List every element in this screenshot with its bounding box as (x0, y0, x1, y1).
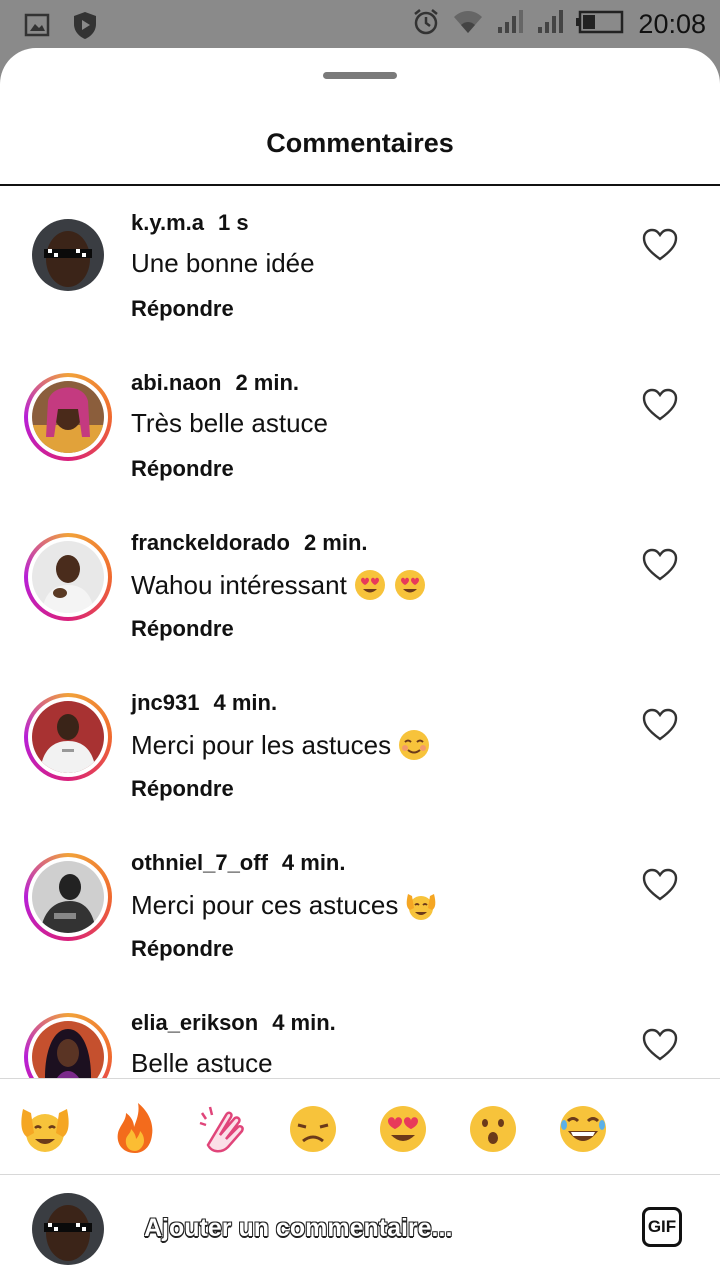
comment-item: franckeldorado 2 min. Wahou intéressant R… (0, 508, 720, 668)
comment-time: 1 s (217, 210, 249, 235)
sad-emoji[interactable] (286, 1101, 340, 1155)
comment-text-content: Merci pour ces astuces (131, 889, 399, 920)
comment-text-content: Wahou intéressant (131, 569, 347, 600)
comment-input[interactable] (142, 1207, 606, 1249)
fire-emoji[interactable] (108, 1101, 162, 1155)
raising-hands-emoji[interactable] (18, 1101, 72, 1155)
avatar[interactable] (24, 853, 112, 941)
comment-header: elia_erikson 4 min. (131, 1010, 336, 1036)
reply-button[interactable]: Répondre (131, 456, 234, 482)
reply-button[interactable]: Répondre (131, 936, 234, 962)
comment-item: elia_erikson 4 min. Belle astuce (0, 988, 720, 1078)
comment-time: 2 min. (235, 370, 300, 395)
avatar (32, 1193, 104, 1265)
comments-sheet: Commentaires k.y.m.a 1 s Une bonne idée R… (0, 48, 720, 1280)
avatar[interactable] (24, 373, 112, 461)
reply-button[interactable]: Répondre (131, 296, 234, 322)
comment-username[interactable]: elia_erikson (131, 1010, 258, 1035)
comment-time: 2 min. (303, 530, 368, 555)
comment-text-content: Une bonne idée (131, 248, 315, 278)
like-heart-icon[interactable] (642, 388, 678, 422)
like-heart-icon[interactable] (642, 708, 678, 742)
comment-text: Très belle astuce (131, 408, 328, 439)
gif-button[interactable]: GIF (642, 1207, 682, 1247)
like-heart-icon[interactable] (642, 548, 678, 582)
battery-icon (576, 9, 626, 40)
comment-text: Belle astuce (131, 1048, 273, 1078)
wifi-icon (452, 9, 484, 40)
comment-username[interactable]: franckeldorado (131, 530, 290, 555)
like-heart-icon[interactable] (642, 1028, 678, 1062)
comment-header: jnc931 4 min. (131, 690, 277, 716)
shield-play-icon (72, 10, 98, 45)
clapping-emoji[interactable] (196, 1101, 250, 1155)
status-time: 20:08 (638, 9, 706, 39)
smiling-eyes-emoji (399, 730, 430, 760)
raising-hands-emoji (407, 894, 436, 920)
laughing-emoji[interactable] (556, 1101, 610, 1155)
gallery-icon (24, 13, 50, 42)
comment-header: othniel_7_off 4 min. (131, 850, 345, 876)
avatar[interactable] (24, 533, 112, 621)
avatar[interactable] (24, 693, 112, 781)
heart-eyes-emoji (354, 570, 385, 600)
avatar[interactable] (32, 219, 104, 291)
comment-username[interactable]: othniel_7_off (131, 850, 268, 875)
like-heart-icon[interactable] (642, 868, 678, 902)
comment-text: Une bonne idée (131, 248, 315, 279)
comment-item: othniel_7_off 4 min. Merci pour ces astuc… (0, 828, 720, 988)
alarm-icon (412, 8, 440, 41)
comment-text-content: Très belle astuce (131, 408, 329, 438)
like-heart-icon[interactable] (642, 228, 678, 262)
comment-username[interactable]: jnc931 (131, 690, 200, 715)
emoji-quick-bar (0, 1079, 720, 1175)
drag-handle[interactable] (323, 72, 397, 79)
comment-time: 4 min. (213, 690, 278, 715)
heart-eyes-emoji (394, 570, 425, 600)
signal-icon (496, 9, 524, 40)
comment-item: k.y.m.a 1 s Une bonne idée Répondre (0, 188, 720, 348)
divider (0, 184, 720, 186)
comment-username[interactable]: abi.naon (131, 370, 221, 395)
comment-text-content: Merci pour les astuces (131, 729, 392, 760)
avatar[interactable] (24, 1013, 112, 1078)
comment-text-content: Belle astuce (131, 1048, 273, 1078)
comment-text: Wahou intéressant (131, 568, 427, 602)
surprised-emoji[interactable] (466, 1101, 520, 1155)
comment-header: abi.naon 2 min. (131, 370, 299, 396)
comment-item: abi.naon 2 min. Très belle astuce Répondr… (0, 348, 720, 508)
sheet-title: Commentaires (266, 128, 454, 158)
comment-text: Merci pour ces astuces (131, 888, 438, 922)
signal-icon (536, 9, 564, 40)
comment-time: 4 min. (272, 1010, 336, 1035)
reply-button[interactable]: Répondre (131, 776, 234, 802)
heart-eyes-emoji[interactable] (376, 1101, 430, 1155)
comment-header: k.y.m.a 1 s (131, 210, 249, 236)
status-bar: 20:08 (0, 0, 720, 48)
comment-text: Merci pour les astuces (131, 728, 431, 762)
comment-header: franckeldorado 2 min. (131, 530, 368, 556)
comment-list[interactable]: k.y.m.a 1 s Une bonne idée Répondre abi.n… (0, 188, 720, 1078)
reply-button[interactable]: Répondre (131, 616, 234, 642)
comment-item: jnc931 4 min. Merci pour les astuces Répo… (0, 668, 720, 828)
comment-time: 4 min. (281, 850, 346, 875)
comment-composer: GIF (0, 1175, 720, 1280)
comment-username[interactable]: k.y.m.a (131, 210, 204, 235)
